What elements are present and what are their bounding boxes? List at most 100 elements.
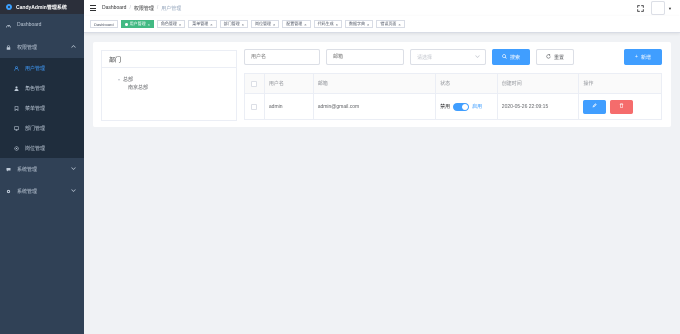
add-button[interactable]: + 新增 (624, 49, 662, 65)
search-row: 请选择 搜索 重置 (244, 49, 574, 65)
search-icon (502, 53, 507, 61)
table-body: admin admin@gmail.com 禁用 启用 2020-05-26 2… (245, 94, 661, 120)
status-select[interactable]: 请选择 (410, 49, 486, 65)
sidebar-item-label: 菜单管理 (25, 105, 46, 112)
close-icon[interactable]: × (210, 22, 212, 27)
department-tree: 部门 ▾ 总部 南京总部 (101, 50, 237, 121)
cell-username: admin (265, 94, 314, 119)
column-header: 操作 (579, 74, 662, 93)
sidebar-item-roles[interactable]: 角色管理 (0, 78, 84, 98)
navbar: Dashboard / 权限管理 / 用户管理 ▼ (84, 0, 680, 16)
app-title: CandyAdmin管理系统 (16, 4, 67, 11)
sidebar-item-system-chat[interactable]: 系统管理 (0, 158, 84, 180)
caret-down-icon[interactable]: ▾ (118, 77, 120, 82)
table-row: admin admin@gmail.com 禁用 启用 2020-05-26 2… (245, 94, 661, 120)
app-logo[interactable]: CandyAdmin管理系统 (0, 0, 84, 14)
tag-users[interactable]: 用户管理 × (120, 20, 154, 28)
navbar-right: ▼ (637, 1, 672, 15)
users-table: 用户名 邮箱 状态 创建时间 操作 admin admin@gmail.com … (244, 73, 662, 120)
column-header: 用户名 (264, 74, 314, 93)
trash-icon (619, 103, 624, 110)
column-header: 邮箱 (313, 74, 437, 93)
sidebar-item-label: 部门管理 (25, 125, 46, 132)
sidebar-item-label: 岗位管理 (25, 145, 46, 152)
sidebar-item-dashboard[interactable]: Dashboard (0, 14, 84, 36)
breadcrumb-item[interactable]: Dashboard (102, 5, 126, 11)
sidebar-item-posts[interactable]: 岗位管理 (0, 138, 84, 158)
table-header: 用户名 邮箱 状态 创建时间 操作 (245, 74, 662, 94)
plus-icon: + (635, 54, 638, 60)
close-icon[interactable]: × (398, 22, 400, 27)
row-checkbox[interactable] (251, 103, 258, 110)
tag-dashboard[interactable]: Dashboard (90, 20, 118, 28)
edit-button[interactable] (583, 99, 607, 114)
hamburger-icon[interactable] (90, 5, 96, 11)
cell-email: admin@gmail.com (314, 94, 437, 119)
user-icon (14, 65, 19, 71)
tree-node[interactable]: 南京总部 (102, 83, 236, 91)
sidebar-item-system-settings[interactable]: 系统管理 (0, 180, 84, 202)
settings-icon (6, 189, 11, 194)
close-icon[interactable]: × (242, 22, 244, 27)
switch-off-label: 禁用 (440, 104, 451, 110)
close-icon[interactable]: × (367, 22, 369, 27)
search-button[interactable]: 搜索 (492, 49, 530, 65)
sidebar-item-users[interactable]: 用户管理 (0, 58, 84, 78)
sidebar-item-label: 角色管理 (25, 85, 46, 92)
cell-actions (579, 94, 661, 119)
reset-button[interactable]: 重置 (536, 49, 574, 65)
username-input[interactable] (244, 49, 320, 65)
fullscreen-icon[interactable] (637, 5, 644, 12)
logo-icon (6, 4, 12, 10)
chevron-down-icon (475, 54, 480, 60)
permission-submenu: 用户管理 角色管理 菜单管理 部门管理 岗位管理 (0, 58, 84, 158)
gear-icon (14, 145, 19, 151)
tag-config[interactable]: 配置管理 × (282, 20, 311, 28)
sidebar-item-departments[interactable]: 部门管理 (0, 118, 84, 138)
close-icon[interactable]: × (179, 22, 181, 27)
select-all-checkbox[interactable] (251, 80, 258, 87)
caret-down-icon[interactable]: ▼ (668, 6, 672, 11)
delete-button[interactable] (610, 99, 634, 114)
breadcrumb: Dashboard / 权限管理 / 用户管理 (102, 5, 182, 12)
column-header: 状态 (436, 74, 498, 93)
close-icon[interactable]: × (273, 22, 275, 27)
breadcrumb-item[interactable]: 权限管理 (134, 5, 154, 12)
sidebar-item-label: Dashboard (17, 22, 42, 28)
dashboard-icon (6, 23, 11, 28)
email-input[interactable] (326, 49, 404, 65)
status-switch[interactable] (453, 102, 470, 111)
lock-icon (6, 44, 11, 50)
select-all-checkbox-cell (245, 74, 265, 93)
close-icon[interactable]: × (304, 22, 306, 27)
monitor-icon (14, 125, 19, 131)
main-card: 部门 ▾ 总部 南京总部 请选择 搜索 重置 (93, 42, 671, 127)
tag-dict[interactable]: 数据字典 × (344, 20, 374, 28)
user-role-icon (14, 85, 19, 91)
sidebar-item-permission[interactable]: 权限管理 (0, 36, 84, 58)
status-switch-group: 禁用 启用 (440, 102, 483, 111)
sidebar-item-menus[interactable]: 菜单管理 (0, 98, 84, 118)
avatar[interactable] (651, 1, 666, 15)
sidebar-item-label: 权限管理 (17, 44, 38, 51)
tag-roles[interactable]: 角色管理 × (156, 20, 186, 28)
tree-node[interactable]: ▾ 总部 (102, 75, 236, 83)
chevron-up-icon (71, 44, 76, 50)
tag-menus[interactable]: 菜单管理 × (188, 20, 217, 28)
refresh-icon (546, 53, 551, 61)
chat-icon (6, 167, 11, 172)
tree-title: 部门 (102, 51, 236, 68)
breadcrumb-item: 用户管理 (161, 5, 182, 12)
tag-errors[interactable]: 错误页面 × (376, 20, 405, 28)
switch-on-label: 启用 (472, 104, 483, 110)
close-icon[interactable]: × (336, 22, 338, 27)
tags-view: Dashboard 用户管理 × 角色管理 × 菜单管理 × 部门管理 × 岗位管理 × … (84, 16, 680, 33)
sidebar: CandyAdmin管理系统 Dashboard 权限管理 用户管理 角色管理 (0, 0, 84, 334)
tag-departments[interactable]: 部门管理 × (219, 20, 248, 28)
close-icon[interactable]: × (148, 22, 150, 27)
column-header: 创建时间 (497, 74, 580, 93)
sidebar-item-label: 系统管理 (17, 188, 38, 195)
tag-codegen[interactable]: 代码生成 × (313, 20, 342, 28)
cell-created: 2020-05-26 22:09:15 (498, 94, 580, 119)
tag-posts[interactable]: 岗位管理 × (250, 20, 280, 28)
